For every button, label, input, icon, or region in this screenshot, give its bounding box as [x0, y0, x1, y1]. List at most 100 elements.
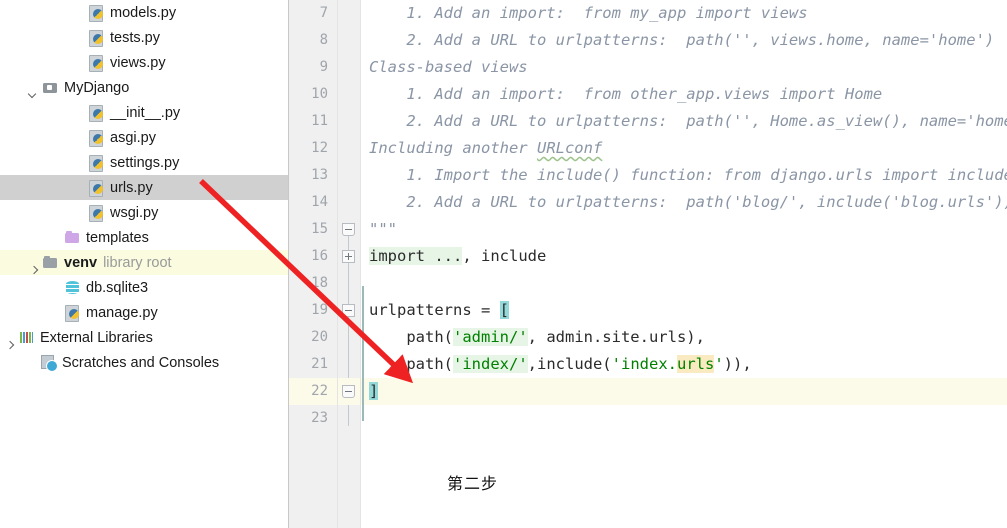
code-folding-gutter[interactable]: [338, 0, 361, 528]
tree-item-label: templates: [86, 229, 149, 246]
fold-cell: [338, 0, 360, 27]
tree-item-manage-py[interactable]: manage.py: [0, 300, 288, 325]
fold-cell: [338, 405, 360, 432]
code-token: 2. Add a URL to urlpatterns: path('', Ho…: [369, 112, 1007, 130]
folder-purple-icon: [64, 229, 81, 246]
tree-item-label: venv: [64, 254, 98, 271]
line-number: 23: [311, 410, 328, 426]
line-number: 11: [311, 113, 328, 129]
tree-item-label: manage.py: [86, 304, 158, 321]
code-line[interactable]: path('admin/', admin.site.urls),: [361, 324, 1007, 351]
tree-item-label: External Libraries: [40, 329, 153, 346]
code-token: import ...: [369, 247, 463, 265]
line-number: 16: [311, 248, 328, 264]
code-line[interactable]: ]: [361, 378, 1007, 405]
python-file-icon: [64, 304, 81, 322]
line-number: 21: [311, 356, 328, 372]
code-token: 'index.: [611, 355, 677, 373]
tree-item-settings-py[interactable]: settings.py: [0, 150, 288, 175]
code-token: ': [714, 355, 724, 373]
fold-cell: [338, 135, 360, 162]
tree-item-wsgi-py[interactable]: wsgi.py: [0, 200, 288, 225]
tree-item-init-py[interactable]: __init__.py: [0, 100, 288, 125]
code-token: )),: [723, 355, 752, 373]
code-token: """: [369, 220, 397, 238]
line-number-gutter[interactable]: 7 8 9 10 11 12 13 14 15 16 18 19 20 21 22 23: [289, 0, 338, 528]
fold-region-end-icon[interactable]: [342, 385, 355, 398]
fold-cell: [338, 324, 360, 351]
fold-cell[interactable]: [338, 243, 360, 270]
line-number: 15: [311, 221, 328, 237]
code-line[interactable]: Class-based views: [361, 54, 1007, 81]
tree-item-label: models.py: [110, 4, 177, 21]
tree-item-label: tests.py: [110, 29, 160, 46]
code-line[interactable]: 1. Add an import: from my_app import vie…: [361, 0, 1007, 27]
code-token: Class-based views: [369, 58, 528, 76]
tree-item-tests-py[interactable]: tests.py: [0, 25, 288, 50]
tree-item-scratches-and-consoles[interactable]: Scratches and Consoles: [0, 350, 288, 375]
fold-cell: [338, 162, 360, 189]
code-line[interactable]: 2. Add a URL to urlpatterns: path('', Ho…: [361, 108, 1007, 135]
tree-item-urls-py[interactable]: urls.py: [0, 175, 288, 200]
tree-item-label: views.py: [110, 54, 166, 71]
tree-item-models-py[interactable]: models.py: [0, 0, 288, 25]
tree-item-views-py[interactable]: views.py: [0, 50, 288, 75]
code-token: 1. Add an import: from my_app import vie…: [369, 4, 808, 22]
code-line[interactable]: 1. Import the include() function: from d…: [361, 162, 1007, 189]
code-line[interactable]: 2. Add a URL to urlpatterns: path('', vi…: [361, 27, 1007, 54]
tree-item-db-sqlite3[interactable]: db.sqlite3: [0, 275, 288, 300]
tree-item-label: __init__.py: [110, 104, 181, 121]
code-token: ,include(: [527, 355, 612, 373]
code-editor[interactable]: 7 8 9 10 11 12 13 14 15 16 18 19 20 21 22 23 1. Add an …: [289, 0, 1007, 528]
python-file-icon: [88, 204, 105, 222]
tree-item-mydjango[interactable]: MyDjango: [0, 75, 288, 100]
tree-item-label: asgi.py: [110, 129, 156, 146]
line-number: 13: [311, 167, 328, 183]
code-line[interactable]: Including another URLconf: [361, 135, 1007, 162]
scratches-icon: [40, 354, 58, 372]
fold-region-end-icon[interactable]: [342, 223, 355, 236]
fold-cell[interactable]: [338, 216, 360, 243]
tree-item-label: db.sqlite3: [86, 279, 149, 296]
fold-cell: [338, 189, 360, 216]
fold-cell[interactable]: [338, 297, 360, 324]
code-line[interactable]: import ..., include: [361, 243, 1007, 270]
fold-expand-icon[interactable]: [342, 250, 355, 263]
code-token: [: [499, 301, 509, 319]
code-token: path(: [369, 328, 453, 346]
code-line[interactable]: [361, 270, 1007, 297]
code-line[interactable]: """: [361, 216, 1007, 243]
fold-cell: [338, 108, 360, 135]
libraries-icon: [18, 329, 35, 346]
code-line[interactable]: path('index/',include('index.urls')),: [361, 351, 1007, 378]
code-line[interactable]: 2. Add a URL to urlpatterns: path('blog/…: [361, 189, 1007, 216]
code-lines[interactable]: 1. Add an import: from my_app import vie…: [361, 0, 1007, 432]
line-number: 22: [289, 378, 337, 405]
tree-item-templates[interactable]: templates: [0, 225, 288, 250]
line-number: 20: [311, 329, 328, 345]
tree-item-venv[interactable]: venv library root: [0, 250, 288, 275]
tree-item-label: Scratches and Consoles: [62, 354, 220, 371]
line-number: 14: [311, 194, 328, 210]
fold-collapse-icon[interactable]: [342, 304, 355, 317]
code-line[interactable]: [361, 405, 1007, 432]
step-caption: 第二步: [447, 474, 499, 493]
code-line[interactable]: urlpatterns = [: [361, 297, 1007, 324]
tree-item-asgi-py[interactable]: asgi.py: [0, 125, 288, 150]
fold-cell: [338, 54, 360, 81]
tree-item-external-libraries[interactable]: External Libraries: [0, 325, 288, 350]
code-content[interactable]: 1. Add an import: from my_app import vie…: [361, 0, 1007, 528]
code-token: 'admin/': [453, 328, 528, 346]
code-token: path(: [369, 355, 453, 373]
code-line[interactable]: 1. Add an import: from other_app.views i…: [361, 81, 1007, 108]
project-tree-panel[interactable]: models.py tests.py views.py MyDjango __init_…: [0, 0, 289, 528]
project-tree-list[interactable]: models.py tests.py views.py MyDjango __init_…: [0, 0, 288, 375]
code-token: 1. Import the include() function: from d…: [369, 166, 1007, 184]
fold-cell[interactable]: [338, 378, 360, 405]
line-number: 19: [311, 302, 328, 318]
python-file-icon: [88, 104, 105, 122]
code-token: ]: [369, 382, 379, 400]
tree-item-label: settings.py: [110, 154, 180, 171]
tree-item-label: MyDjango: [64, 79, 130, 96]
fold-cell: [338, 270, 360, 297]
